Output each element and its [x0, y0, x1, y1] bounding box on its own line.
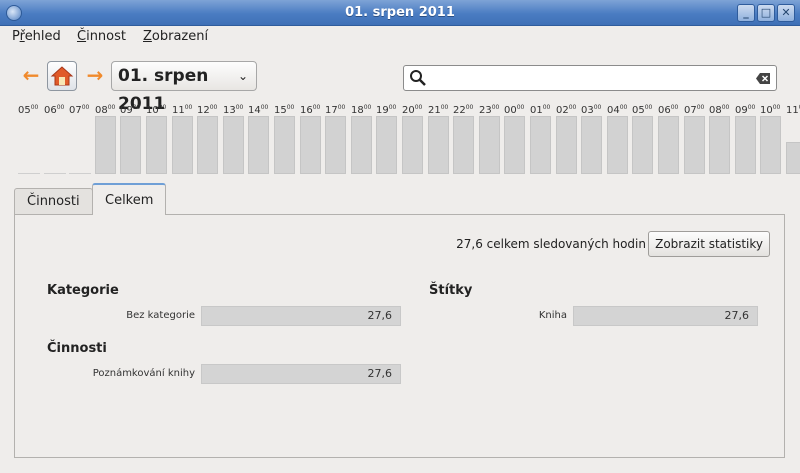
- hour-activity-bar: [223, 116, 244, 174]
- hour-empty-marker: [44, 173, 66, 174]
- hour-activity-bar: [453, 116, 474, 174]
- date-picker-button[interactable]: 01. srpen 2011 ⌄: [111, 61, 257, 114]
- hour-activity-bar: [376, 116, 397, 174]
- hour-label: 0500: [18, 104, 39, 116]
- tag-label: Kniha: [538, 310, 567, 321]
- maximize-button[interactable]: □: [757, 4, 775, 22]
- activity-label: Poznámkování knihy: [92, 368, 195, 379]
- hour-label: 1300: [223, 104, 244, 116]
- hour-activity-bar: [197, 116, 218, 174]
- hour-activity-bar: [786, 142, 800, 174]
- hour-activity-bar: [248, 116, 269, 174]
- hour-label: 2200: [453, 104, 474, 116]
- hour-label: 0200: [556, 104, 577, 116]
- category-label: Bez kategorie: [126, 310, 195, 321]
- hour-label: 0500: [632, 104, 653, 116]
- hour-label: 2000: [402, 104, 423, 116]
- hour-activity-bar: [146, 116, 167, 174]
- tag-bar: 27,6: [573, 306, 758, 326]
- hour-label: 0700: [684, 104, 705, 116]
- hour-label: 0600: [658, 104, 679, 116]
- hour-activity-bar: [504, 116, 525, 174]
- hour-label: 0000: [504, 104, 525, 116]
- hour-activity-bar: [402, 116, 423, 174]
- tab-celkem[interactable]: Celkem: [92, 183, 167, 215]
- hour-label: 2300: [479, 104, 500, 116]
- hour-activity-bar: [632, 116, 653, 174]
- tab-cinnosti[interactable]: Činnosti: [14, 188, 93, 215]
- hour-activity-bar: [274, 116, 295, 174]
- hour-label: 1100: [172, 104, 193, 116]
- hour-label: 1400: [248, 104, 269, 116]
- activities-heading: Činnosti: [47, 341, 107, 356]
- hour-activity-bar: [607, 116, 628, 174]
- menu-cinnost[interactable]: Činnost: [77, 29, 126, 44]
- hour-activity-bar: [95, 116, 116, 174]
- hour-label: 0800: [95, 104, 116, 116]
- hour-activity-bar: [581, 116, 602, 174]
- hour-activity-bar: [735, 116, 756, 174]
- chevron-down-icon: ⌄: [237, 69, 248, 83]
- previous-day-arrow-icon[interactable]: ←: [20, 65, 42, 87]
- hour-label: 1700: [325, 104, 346, 116]
- hour-label: 0700: [69, 104, 90, 116]
- hour-label: 1000: [760, 104, 781, 116]
- clear-search-icon[interactable]: [756, 73, 770, 84]
- hour-activity-bar: [300, 116, 321, 174]
- category-bar: 27,6: [201, 306, 401, 326]
- menu-bar: Přehled Činnost Zobrazení: [0, 26, 800, 48]
- search-input[interactable]: [403, 65, 777, 91]
- hour-label: 0600: [44, 104, 65, 116]
- hour-activity-bar: [172, 116, 193, 174]
- search-icon: [410, 70, 426, 86]
- hour-empty-marker: [18, 173, 40, 174]
- hour-label: 1100: [786, 104, 800, 116]
- total-hours-text: 27,6 celkem sledovaných hodin: [456, 237, 646, 251]
- today-home-button[interactable]: [47, 61, 77, 91]
- hour-activity-bar: [325, 116, 346, 174]
- hour-label: 0900: [120, 104, 141, 116]
- hour-label: 0900: [735, 104, 756, 116]
- tags-heading: Štítky: [429, 283, 473, 298]
- minimize-button[interactable]: _: [737, 4, 755, 22]
- menu-prehled[interactable]: Přehled: [12, 29, 61, 44]
- hour-label: 1500: [274, 104, 295, 116]
- next-day-arrow-icon[interactable]: →: [84, 65, 106, 87]
- toolbar: ← → 01. srpen 2011 ⌄: [0, 61, 800, 114]
- hour-label: 0100: [530, 104, 551, 116]
- hour-empty-marker: [69, 173, 91, 174]
- hour-label: 1900: [376, 104, 397, 116]
- hour-activity-bar: [760, 116, 781, 174]
- window-title: 01. srpen 2011: [345, 5, 455, 20]
- hour-label: 2100: [428, 104, 449, 116]
- close-button[interactable]: ✕: [777, 4, 795, 22]
- hour-activity-bar: [120, 116, 141, 174]
- hour-activity-bar: [351, 116, 372, 174]
- activity-bar: 27,6: [201, 364, 401, 384]
- categories-heading: Kategorie: [47, 283, 119, 298]
- hour-label: 1200: [197, 104, 218, 116]
- hour-activity-bar: [428, 116, 449, 174]
- hour-label: 0400: [607, 104, 628, 116]
- hour-activity-bar: [479, 116, 500, 174]
- hour-activity-bar: [684, 116, 705, 174]
- hour-label: 1600: [300, 104, 321, 116]
- title-bar: 01. srpen 2011 _ □ ✕: [0, 0, 800, 26]
- hour-label: 1000: [146, 104, 167, 116]
- hour-label: 0300: [581, 104, 602, 116]
- show-statistics-button[interactable]: Zobrazit statistiky: [648, 231, 770, 257]
- day-timeline[interactable]: 0500 0600 0700 0800 0900 1000 1100 1200 1300 1400…: [16, 104, 800, 174]
- home-icon: [50, 66, 74, 86]
- hour-label: 1800: [351, 104, 372, 116]
- hour-label: 0800: [709, 104, 730, 116]
- hour-activity-bar: [530, 116, 551, 174]
- totals-panel: 27,6 celkem sledovaných hodin Zobrazit s…: [14, 214, 785, 458]
- hour-activity-bar: [709, 116, 730, 174]
- hour-activity-bar: [556, 116, 577, 174]
- menu-zobrazeni[interactable]: Zobrazení: [143, 29, 208, 44]
- hour-activity-bar: [658, 116, 679, 174]
